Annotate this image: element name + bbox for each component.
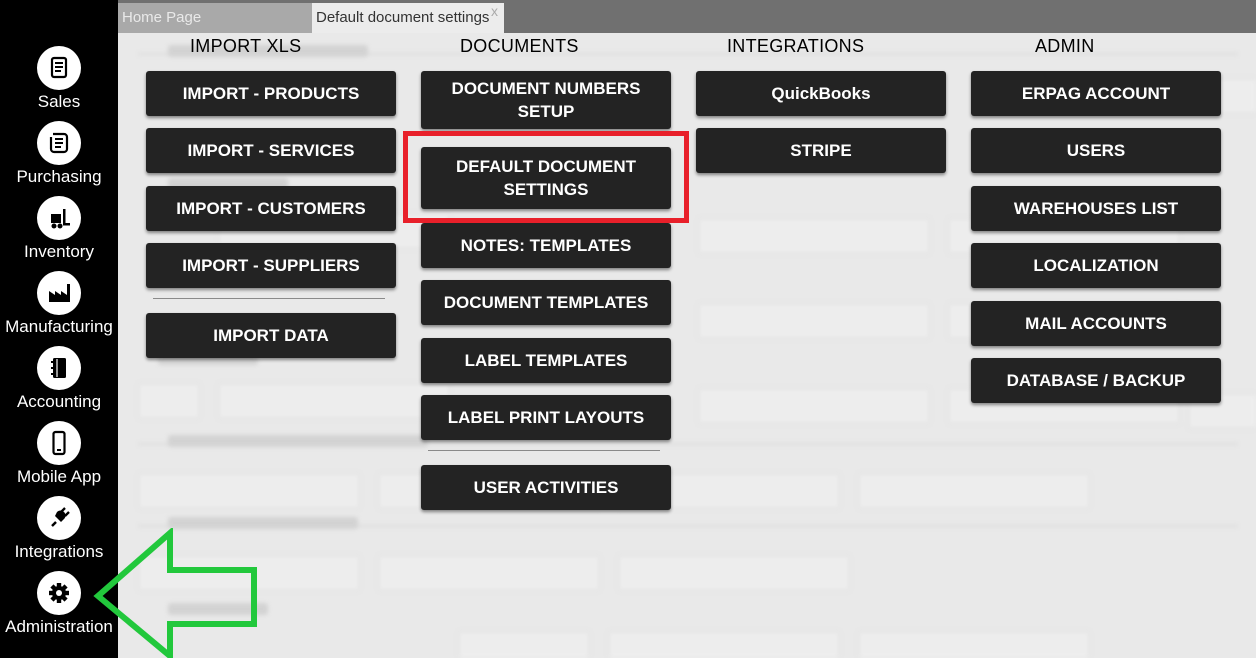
- document-templates-button[interactable]: DOCUMENT TEMPLATES: [421, 280, 671, 325]
- separator: [428, 450, 660, 451]
- tab-home-page[interactable]: Home Page: [118, 3, 312, 33]
- tab-bar: Home Page Default document settings x: [118, 0, 1256, 33]
- sidebar-item-inventory[interactable]: Inventory: [0, 196, 118, 271]
- database-backup-button[interactable]: DATABASE / BACKUP: [971, 358, 1221, 403]
- sidebar-item-label: Manufacturing: [5, 317, 113, 336]
- erpag-account-button[interactable]: ERPAG ACCOUNT: [971, 71, 1221, 116]
- sidebar-item-label: Inventory: [24, 242, 94, 261]
- column-title-import-xls: IMPORT XLS: [190, 36, 302, 56]
- highlight-box: [403, 131, 689, 223]
- label-templates-button[interactable]: LABEL TEMPLATES: [421, 338, 671, 383]
- document-numbers-setup-button[interactable]: DOCUMENT NUMBERS SETUP: [421, 71, 671, 129]
- document-icon: [37, 46, 81, 90]
- localization-button[interactable]: LOCALIZATION: [971, 243, 1221, 288]
- column-title-admin: ADMIN: [1035, 36, 1095, 56]
- import-customers-button[interactable]: IMPORT - CUSTOMERS: [146, 186, 396, 231]
- separator: [153, 298, 385, 299]
- phone-icon: [37, 421, 81, 465]
- stripe-button[interactable]: STRIPE: [696, 128, 946, 173]
- factory-icon: [37, 271, 81, 315]
- tab-default-document-settings[interactable]: Default document settings x: [312, 3, 504, 33]
- import-products-button[interactable]: IMPORT - PRODUCTS: [146, 71, 396, 116]
- plug-icon: [37, 496, 81, 540]
- sidebar-item-mobile-app[interactable]: Mobile App: [0, 421, 118, 496]
- sidebar-item-label: Accounting: [16, 392, 102, 411]
- ledger-icon: [37, 346, 81, 390]
- sidebar-item-purchasing[interactable]: Purchasing: [0, 121, 118, 196]
- sidebar-item-accounting[interactable]: Accounting: [0, 346, 118, 421]
- mail-accounts-button[interactable]: MAIL ACCOUNTS: [971, 301, 1221, 346]
- close-icon[interactable]: x: [491, 0, 498, 26]
- sidebar-item-label: Purchasing: [16, 167, 102, 186]
- import-suppliers-button[interactable]: IMPORT - SUPPLIERS: [146, 243, 396, 288]
- column-title-integrations: INTEGRATIONS: [727, 36, 865, 56]
- sidebar-item-sales[interactable]: Sales: [0, 46, 118, 121]
- column-title-documents: DOCUMENTS: [460, 36, 579, 56]
- forklift-icon: [37, 196, 81, 240]
- import-services-button[interactable]: IMPORT - SERVICES: [146, 128, 396, 173]
- sidebar-item-label: Sales: [37, 92, 81, 111]
- sidebar-item-label: Mobile App: [16, 467, 102, 486]
- sidebar-item-manufacturing[interactable]: Manufacturing: [0, 271, 118, 346]
- notes-templates-button[interactable]: NOTES: TEMPLATES: [421, 223, 671, 268]
- warehouses-list-button[interactable]: WAREHOUSES LIST: [971, 186, 1221, 231]
- users-button[interactable]: USERS: [971, 128, 1221, 173]
- quickbooks-button[interactable]: QuickBooks: [696, 71, 946, 116]
- user-activities-button[interactable]: USER ACTIVITIES: [421, 465, 671, 510]
- label-print-layouts-button[interactable]: LABEL PRINT LAYOUTS: [421, 395, 671, 440]
- tab-label: Default document settings: [316, 9, 490, 26]
- arrow-annotation: [93, 528, 257, 658]
- gear-icon: [37, 571, 81, 615]
- scroll-icon: [37, 121, 81, 165]
- import-data-button[interactable]: IMPORT DATA: [146, 313, 396, 358]
